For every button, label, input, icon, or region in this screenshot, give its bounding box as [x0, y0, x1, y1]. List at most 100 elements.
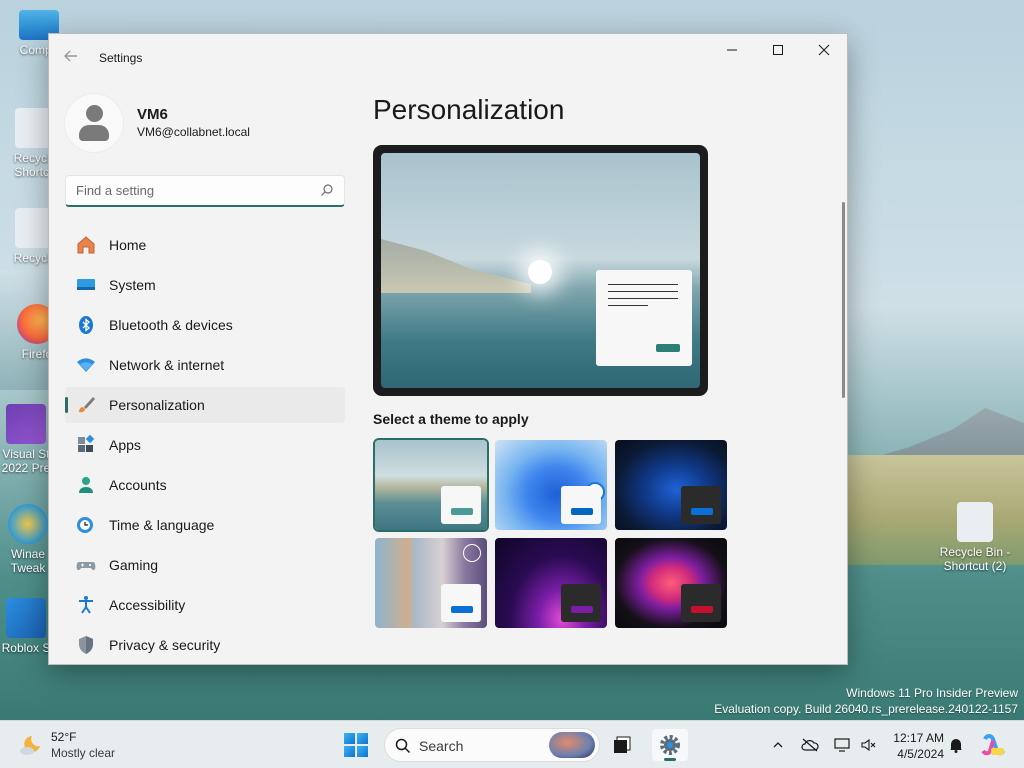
onedrive-offline-icon[interactable]	[800, 735, 820, 755]
minimize-button[interactable]	[709, 34, 755, 66]
theme-chip	[441, 486, 481, 524]
visual-studio-icon	[6, 404, 46, 444]
apps-icon	[75, 434, 97, 456]
desktop-icon-label: Visual St 2022 Pre	[1, 447, 51, 475]
sidebar-item-label: Time & language	[109, 517, 215, 533]
preview-line	[608, 305, 648, 306]
sidebar-item-gaming[interactable]: Gaming	[65, 547, 345, 583]
preview-button	[656, 344, 680, 352]
sidebar-item-label: Bluetooth & devices	[109, 317, 233, 333]
sidebar-item-label: Gaming	[109, 557, 159, 573]
theme-windows-light[interactable]	[495, 440, 607, 530]
os-watermark: Windows 11 Pro Insider Preview Evaluatio…	[714, 685, 1018, 717]
theme-captured-motion[interactable]	[615, 538, 727, 628]
theme-chip	[441, 584, 481, 622]
start-tile	[344, 733, 355, 744]
sidebar-item-home[interactable]: Home	[65, 227, 345, 263]
sidebar-item-apps[interactable]: Apps	[65, 427, 345, 463]
scrollbar[interactable]	[842, 202, 845, 398]
speaker-muted-icon[interactable]	[858, 735, 878, 755]
weather-temp: 52°F	[51, 730, 77, 744]
themes-heading: Select a theme to apply	[373, 411, 529, 427]
gear-icon	[660, 735, 680, 755]
theme-flowers[interactable]	[375, 538, 487, 628]
profile-name: VM6	[137, 106, 168, 123]
taskbar-search[interactable]: Search	[384, 728, 600, 762]
sidebar-item-label: Apps	[109, 437, 141, 453]
theme-preview	[373, 145, 708, 396]
roblox-icon	[6, 598, 46, 638]
copilot-icon[interactable]	[980, 733, 1006, 757]
brush-icon	[75, 394, 97, 416]
system-clock[interactable]: 12:17 AM 4/5/2024	[882, 730, 944, 762]
avatar	[65, 94, 123, 152]
theme-glow[interactable]	[495, 538, 607, 628]
desktop-icon-label: Roblox S	[1, 641, 51, 655]
sidebar-item-bluetooth[interactable]: Bluetooth & devices	[65, 307, 345, 343]
avatar-head	[86, 105, 103, 122]
taskbar: 52°F Mostly clear Search 12:17 AM 4/5/20…	[0, 720, 1024, 768]
sidebar-nav: Home System Bluetooth & devices Network …	[65, 227, 345, 664]
user-profile[interactable]: VM6 VM6@collabnet.local	[65, 94, 355, 154]
title-bar: Settings	[49, 34, 847, 82]
start-button[interactable]	[344, 733, 368, 757]
sidebar-item-system[interactable]: System	[65, 267, 345, 303]
theme-chip	[561, 486, 601, 524]
theme-chip	[681, 486, 721, 524]
app-title: Settings	[99, 51, 143, 65]
task-view-button[interactable]	[612, 735, 632, 755]
sidebar-item-label: Home	[109, 237, 147, 253]
preview-hill	[381, 239, 531, 293]
task-view-icon	[614, 736, 631, 753]
avatar-body	[79, 125, 109, 141]
close-icon	[818, 44, 830, 56]
system-icon	[75, 274, 97, 296]
theme-windows-spotlight[interactable]	[375, 440, 487, 530]
minimize-icon	[727, 49, 737, 51]
sidebar-item-label: Privacy & security	[109, 637, 221, 653]
sidebar-item-accounts[interactable]: Accounts	[65, 467, 345, 503]
watermark-line: Evaluation copy. Build 26040.rs_prerelea…	[714, 702, 1018, 716]
sidebar-item-personalization[interactable]: Personalization	[65, 387, 345, 423]
sidebar-item-label: Personalization	[109, 397, 205, 413]
bell-icon[interactable]	[946, 735, 966, 755]
search-box[interactable]	[65, 175, 345, 207]
search-icon	[395, 738, 411, 754]
desktop-icon-roblox[interactable]: Roblox S	[0, 598, 52, 655]
theme-windows-dark[interactable]	[615, 440, 727, 530]
close-button[interactable]	[801, 34, 847, 66]
desktop-icon-winaero[interactable]: Winae Tweak	[4, 504, 52, 575]
back-arrow-icon[interactable]	[63, 48, 83, 68]
clock-date: 4/5/2024	[897, 747, 944, 761]
sidebar-item-label: Accounts	[109, 477, 167, 493]
weather-condition: Mostly clear	[51, 746, 116, 760]
bluetooth-icon	[75, 314, 97, 336]
moon-cloud-icon	[20, 736, 40, 755]
chevron-up-icon[interactable]	[768, 735, 788, 755]
theme-chip	[561, 584, 601, 622]
search-input[interactable]	[66, 176, 306, 204]
sidebar-item-network[interactable]: Network & internet	[65, 347, 345, 383]
gamepad-icon	[75, 554, 97, 576]
desktop-icon-label: Winae Tweak	[10, 547, 46, 575]
desktop-icon-visual-studio[interactable]: Visual St 2022 Pre	[0, 404, 52, 475]
sidebar-item-label: Accessibility	[109, 597, 186, 613]
desktop-icon-label: Recycle Bin - Shortcut (2)	[939, 545, 1011, 573]
profile-email: VM6@collabnet.local	[137, 125, 250, 139]
maximize-button[interactable]	[755, 34, 801, 66]
globe-clock-icon	[75, 514, 97, 536]
theme-chip	[681, 584, 721, 622]
display-icon[interactable]	[832, 735, 852, 755]
recycle-bin-icon	[957, 502, 993, 542]
sidebar-item-privacy[interactable]: Privacy & security	[65, 627, 345, 663]
taskbar-settings-app[interactable]	[652, 729, 688, 761]
main-content: Personalization Select a theme to apply	[373, 82, 847, 664]
accessibility-icon	[75, 594, 97, 616]
preview-window	[596, 270, 692, 366]
sidebar-item-label: System	[109, 277, 156, 293]
watermark-line: Windows 11 Pro Insider Preview	[846, 686, 1018, 700]
sidebar-item-time-language[interactable]: Time & language	[65, 507, 345, 543]
preview-line	[608, 298, 678, 299]
sidebar-item-accessibility[interactable]: Accessibility	[65, 587, 345, 623]
desktop-icon-recycle-bin-shortcut-2[interactable]: Recycle Bin - Shortcut (2)	[934, 502, 1016, 573]
